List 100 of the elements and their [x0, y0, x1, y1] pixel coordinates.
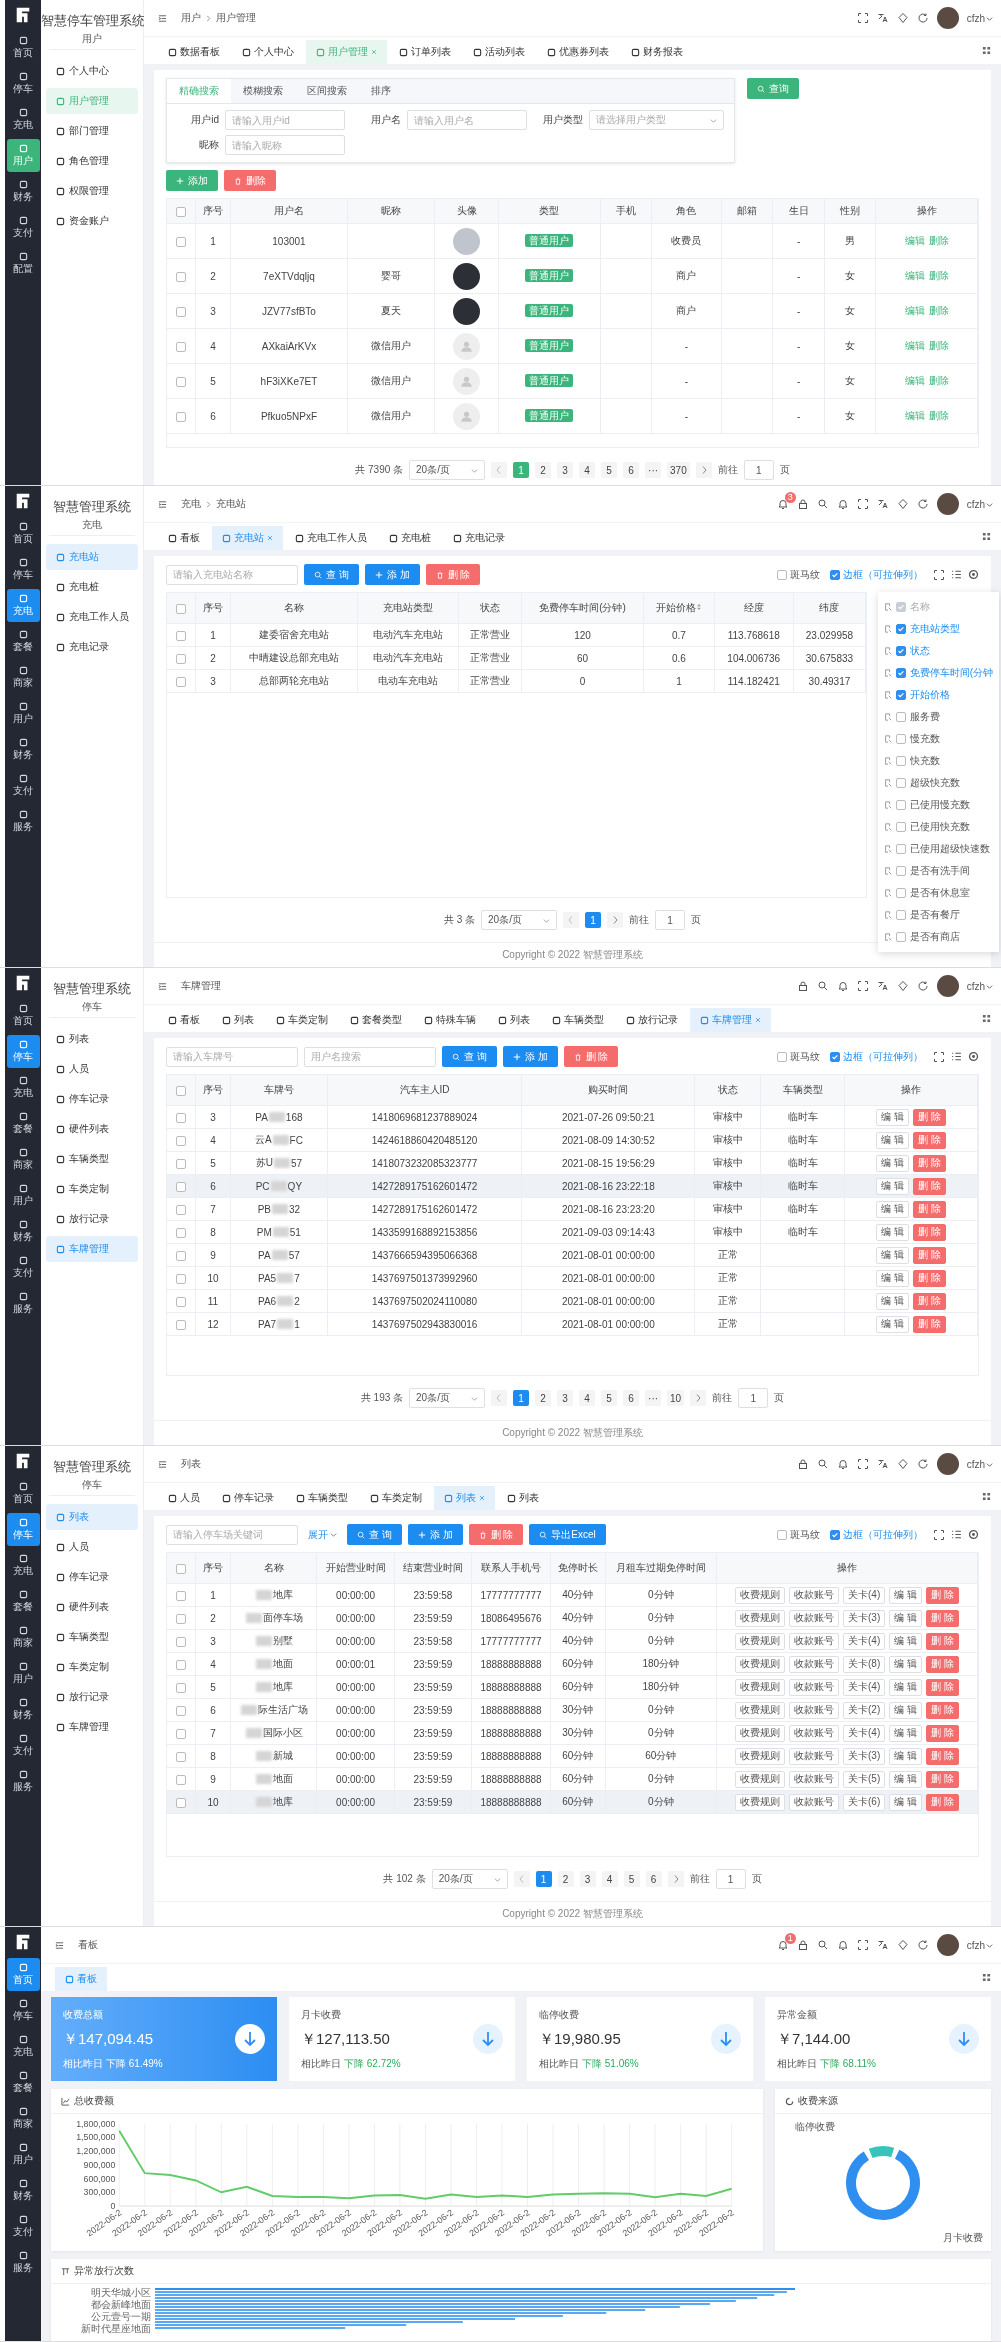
checkbox[interactable] — [176, 1728, 186, 1739]
row-action-button[interactable]: 编 辑 — [876, 1131, 909, 1149]
checkbox[interactable] — [176, 1682, 186, 1693]
rail-menu-item[interactable]: 首页 — [6, 1477, 40, 1510]
theme-icon[interactable] — [896, 12, 909, 24]
refresh-icon[interactable] — [916, 1939, 929, 1951]
lock-icon[interactable] — [796, 1458, 809, 1470]
sidebar-menu-item[interactable]: 资金账户 — [46, 208, 138, 234]
user-menu[interactable]: cfzh — [966, 1458, 993, 1470]
table-row[interactable]: 8 新城 00:00:00 23:59:59 18888888888 60分钟 60分钟 收费规则 收款账号 关卡(3) 编 辑 删 除 — [167, 1744, 978, 1768]
checkbox[interactable] — [895, 624, 906, 634]
rail-menu-item[interactable]: 服务 — [6, 2246, 40, 2279]
checkbox[interactable] — [895, 888, 906, 898]
rail-menu-item[interactable]: 首页 — [6, 999, 40, 1032]
row-action-button[interactable]: 编 辑 — [876, 1223, 909, 1241]
row-action-button[interactable]: 收款账号 — [789, 1793, 839, 1811]
grid-icon[interactable] — [982, 532, 991, 541]
list-icon[interactable] — [951, 1051, 962, 1062]
page-button[interactable]: ··· — [645, 1390, 662, 1406]
checkbox[interactable] — [895, 690, 906, 700]
row-action-button[interactable]: 关卡(8) — [843, 1655, 886, 1673]
fullscreen-icon[interactable] — [933, 1050, 945, 1063]
menu-toggle-icon[interactable] — [158, 1459, 167, 1469]
page-button[interactable]: 4 — [601, 1871, 618, 1887]
theme-icon[interactable] — [896, 498, 909, 510]
table-row[interactable]: 3 JZV77sfBTo 夏天 普通用户 商户 - 女 编辑 删除 — [167, 293, 978, 329]
page-tab[interactable]: 充电记录 — [443, 526, 515, 550]
row-action-button[interactable]: 收款账号 — [789, 1770, 839, 1788]
table-row[interactable]: 4 AXkaiArKVx 微信用户 普通用户 - - 女 编辑 删除 — [167, 328, 978, 364]
checkbox[interactable] — [176, 1181, 186, 1192]
rail-menu-item[interactable]: 套餐 — [6, 1585, 40, 1618]
theme-icon[interactable] — [896, 1939, 909, 1951]
row-action-button[interactable]: 收款账号 — [789, 1724, 839, 1742]
checkbox[interactable] — [176, 1296, 186, 1307]
page-tab[interactable]: 特殊车辆 — [414, 1008, 486, 1032]
user-avatar[interactable] — [936, 975, 959, 997]
table-row[interactable]: 4 地面 00:00:01 23:59:59 18888888888 60分钟 180分钟 收费规则 收款账号 关卡(8) 编 辑 删 除 — [167, 1652, 978, 1676]
rail-menu-item[interactable]: 用户 — [6, 2138, 40, 2171]
checkbox[interactable] — [176, 1204, 186, 1215]
row-action-button[interactable]: 编 辑 — [889, 1701, 923, 1719]
breadcrumb-item[interactable]: 车牌管理 — [181, 979, 221, 993]
rail-menu-item[interactable]: 支付 — [6, 1729, 40, 1762]
checkbox[interactable] — [176, 411, 186, 422]
sidebar-menu-item[interactable]: 车辆类型 — [46, 1624, 138, 1650]
fullscreen-icon[interactable] — [856, 1458, 869, 1470]
page-tab[interactable]: 停车记录 — [212, 1486, 284, 1510]
input-field[interactable]: 请输入昵称 — [225, 135, 345, 155]
sidebar-menu-item[interactable]: 放行记录 — [46, 1684, 138, 1710]
sidebar-menu-item[interactable]: 权限管理 — [46, 178, 138, 204]
sidebar-menu-item[interactable]: 角色管理 — [46, 148, 138, 174]
breadcrumb-item[interactable]: 充电 — [181, 497, 201, 511]
checkbox[interactable] — [176, 1135, 186, 1146]
row-action-button[interactable]: 关卡(3) — [843, 1609, 886, 1627]
translate-icon[interactable] — [876, 980, 889, 992]
checkbox[interactable] — [176, 1797, 186, 1808]
rail-menu-item[interactable]: 商家 — [6, 1621, 40, 1654]
grid-icon[interactable] — [982, 1973, 991, 1982]
page-input[interactable]: 1 — [655, 910, 686, 930]
row-action-button[interactable]: 编 辑 — [889, 1770, 923, 1788]
search-mode-tab[interactable]: 区间搜索 — [295, 79, 359, 103]
grid-icon[interactable] — [982, 46, 991, 55]
row-action-button[interactable]: 收费规则 — [735, 1586, 785, 1604]
checkbox[interactable] — [777, 1529, 787, 1540]
breadcrumb-item[interactable]: 充电站 — [216, 497, 246, 511]
checkbox[interactable] — [176, 1319, 186, 1330]
page-tab[interactable]: 车类定制 — [360, 1486, 432, 1510]
rail-menu-item[interactable]: 支付 — [6, 769, 40, 802]
checkbox[interactable] — [895, 800, 906, 810]
page-button[interactable]: 3 — [557, 462, 574, 478]
grid-icon[interactable] — [982, 1014, 991, 1023]
row-action-button[interactable]: 编 辑 — [876, 1108, 909, 1126]
page-tab[interactable]: 车辆类型 — [286, 1486, 358, 1510]
user-menu[interactable]: cfzh — [966, 498, 993, 510]
sidebar-menu-item[interactable]: 车辆类型 — [46, 1146, 138, 1172]
sidebar-menu-item[interactable]: 放行记录 — [46, 1206, 138, 1232]
page-tab[interactable]: 财务报表 — [621, 40, 693, 64]
search-field[interactable]: 请输入车牌号 — [166, 1046, 298, 1067]
page-tab[interactable]: 个人中心 — [232, 40, 304, 64]
rail-menu-item[interactable]: 财务 — [6, 1215, 40, 1248]
close-icon[interactable] — [371, 49, 377, 55]
rail-menu-item[interactable]: 支付 — [6, 1251, 40, 1284]
table-row[interactable]: 8 PM 51 1433599168892153856 2021-09-03 09:14:43 审核中 临时车 编 辑 删 除 — [167, 1220, 978, 1244]
translate-icon[interactable] — [876, 12, 889, 24]
grid-icon[interactable] — [982, 1492, 991, 1501]
row-action-button[interactable]: 收费规则 — [735, 1655, 785, 1673]
checkbox[interactable] — [830, 1051, 840, 1062]
row-action-button[interactable]: 收费规则 — [735, 1747, 785, 1765]
checkbox[interactable] — [176, 1659, 186, 1670]
page-button[interactable]: 3 — [579, 1871, 596, 1887]
row-action-button[interactable]: 编 辑 — [876, 1246, 909, 1264]
rail-menu-item[interactable]: 商家 — [6, 661, 40, 694]
table-row[interactable]: 6 际生活广场 00:00:00 23:59:59 18888888888 30分钟 0分钟 收费规则 收款账号 关卡(2) 编 辑 删 除 — [167, 1698, 978, 1722]
checkbox[interactable] — [176, 306, 186, 317]
row-action-button[interactable]: 编 辑 — [889, 1678, 923, 1696]
page-button[interactable]: 6 — [623, 1390, 640, 1406]
row-action-button[interactable]: 编 辑 — [889, 1793, 923, 1811]
theme-icon[interactable] — [896, 1458, 909, 1470]
input-field[interactable]: 请输入用户id — [225, 110, 345, 130]
table-row[interactable]: 3 总部两轮充电站 电动车充电站 正常营业 0 1 114.182421 30.49317 — [167, 669, 866, 693]
rail-menu-item[interactable]: 支付 — [6, 2210, 40, 2243]
